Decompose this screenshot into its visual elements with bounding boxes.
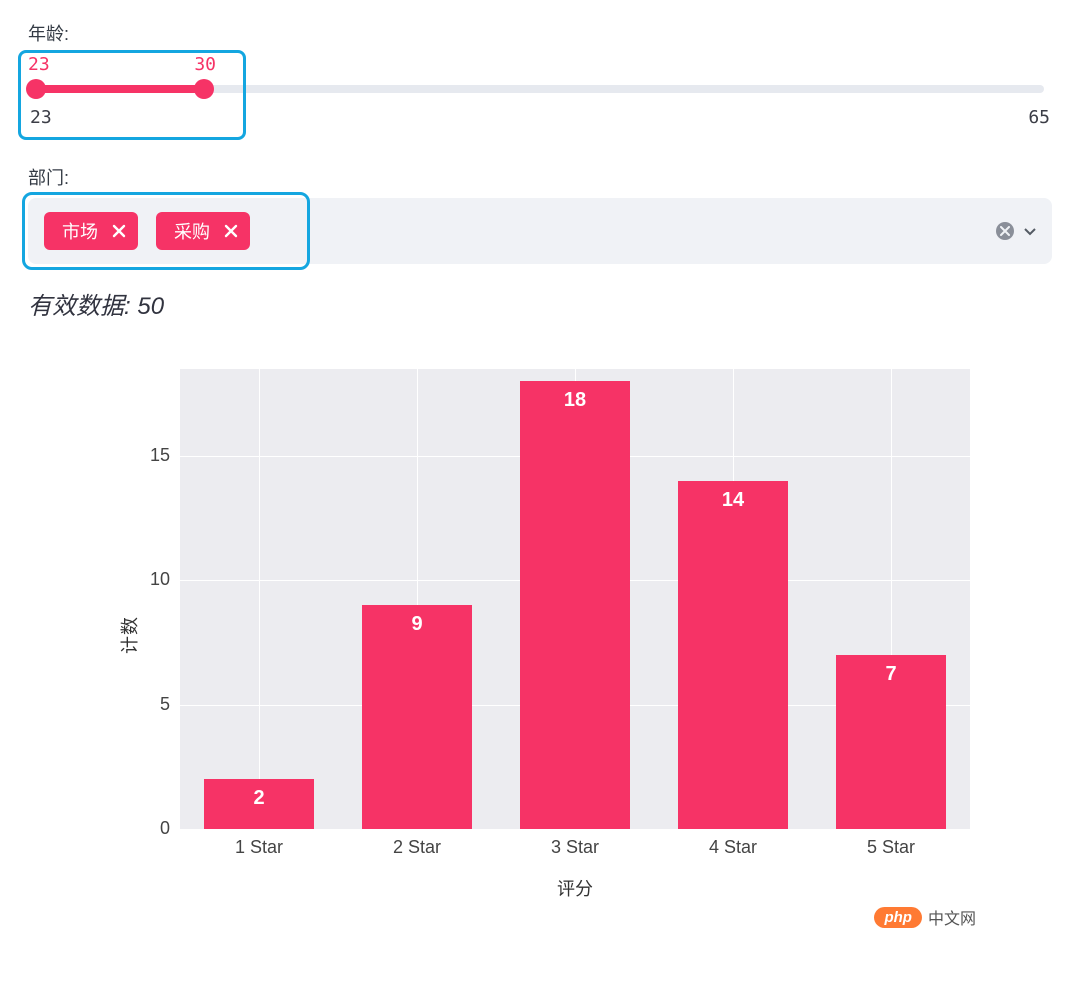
x-tick-label: 4 Star (709, 837, 757, 858)
y-axis-title: 计数 (116, 616, 142, 654)
chip-label: 市场 (62, 218, 98, 244)
x-tick-label: 3 Star (551, 837, 599, 858)
watermark-text: 中文网 (928, 905, 976, 929)
y-tick-label: 5 (160, 694, 170, 715)
x-tick-label: 2 Star (393, 837, 441, 858)
department-multiselect[interactable]: 市场 采购 (28, 198, 1052, 264)
clear-all-icon[interactable] (996, 222, 1014, 240)
bar-4-Star[interactable]: 14 (678, 481, 788, 829)
x-tick-label: 1 Star (235, 837, 283, 858)
bar-3-Star[interactable]: 18 (520, 381, 630, 829)
age-slider-max-label: 65 (1028, 107, 1050, 128)
bar-1-Star[interactable]: 2 (204, 779, 314, 829)
bar-value-label: 18 (520, 389, 630, 412)
chip-remove-icon[interactable] (112, 224, 126, 238)
x-axis-title: 评分 (180, 875, 970, 901)
bar-5-Star[interactable]: 7 (836, 655, 946, 829)
grid-v (259, 369, 260, 829)
y-tick-label: 15 (150, 445, 170, 466)
watermark-badge: php (874, 907, 922, 928)
bar-value-label: 7 (836, 663, 946, 686)
rating-bar-chart: 计数 2918147 评分 php 中文网 0510151 Star2 Star… (100, 369, 980, 901)
age-slider-thumb-low[interactable] (26, 79, 46, 99)
age-slider-low-readout: 23 (28, 54, 50, 75)
age-slider-rail[interactable] (36, 85, 1044, 93)
chip-label: 采购 (174, 218, 210, 244)
age-slider-min-label: 23 (30, 107, 52, 128)
valid-data-summary: 有效数据: 50 (28, 286, 1052, 321)
grid-h (180, 829, 970, 830)
age-label: 年龄: (28, 20, 1052, 46)
bar-2-Star[interactable]: 9 (362, 605, 472, 829)
bar-value-label: 9 (362, 613, 472, 636)
watermark: php 中文网 (874, 905, 976, 929)
y-tick-label: 0 (160, 818, 170, 839)
age-slider-high-readout: 30 (194, 54, 216, 75)
chip-市场[interactable]: 市场 (44, 212, 138, 250)
age-slider[interactable]: 23 30 23 65 (28, 54, 1052, 128)
bar-value-label: 14 (678, 489, 788, 512)
x-tick-label: 5 Star (867, 837, 915, 858)
bar-value-label: 2 (204, 787, 314, 810)
department-label: 部门: (28, 164, 1052, 190)
chip-采购[interactable]: 采购 (156, 212, 250, 250)
age-slider-thumb-high[interactable] (194, 79, 214, 99)
y-tick-label: 10 (150, 569, 170, 590)
dropdown-caret-icon[interactable] (1024, 223, 1036, 239)
chip-remove-icon[interactable] (224, 224, 238, 238)
